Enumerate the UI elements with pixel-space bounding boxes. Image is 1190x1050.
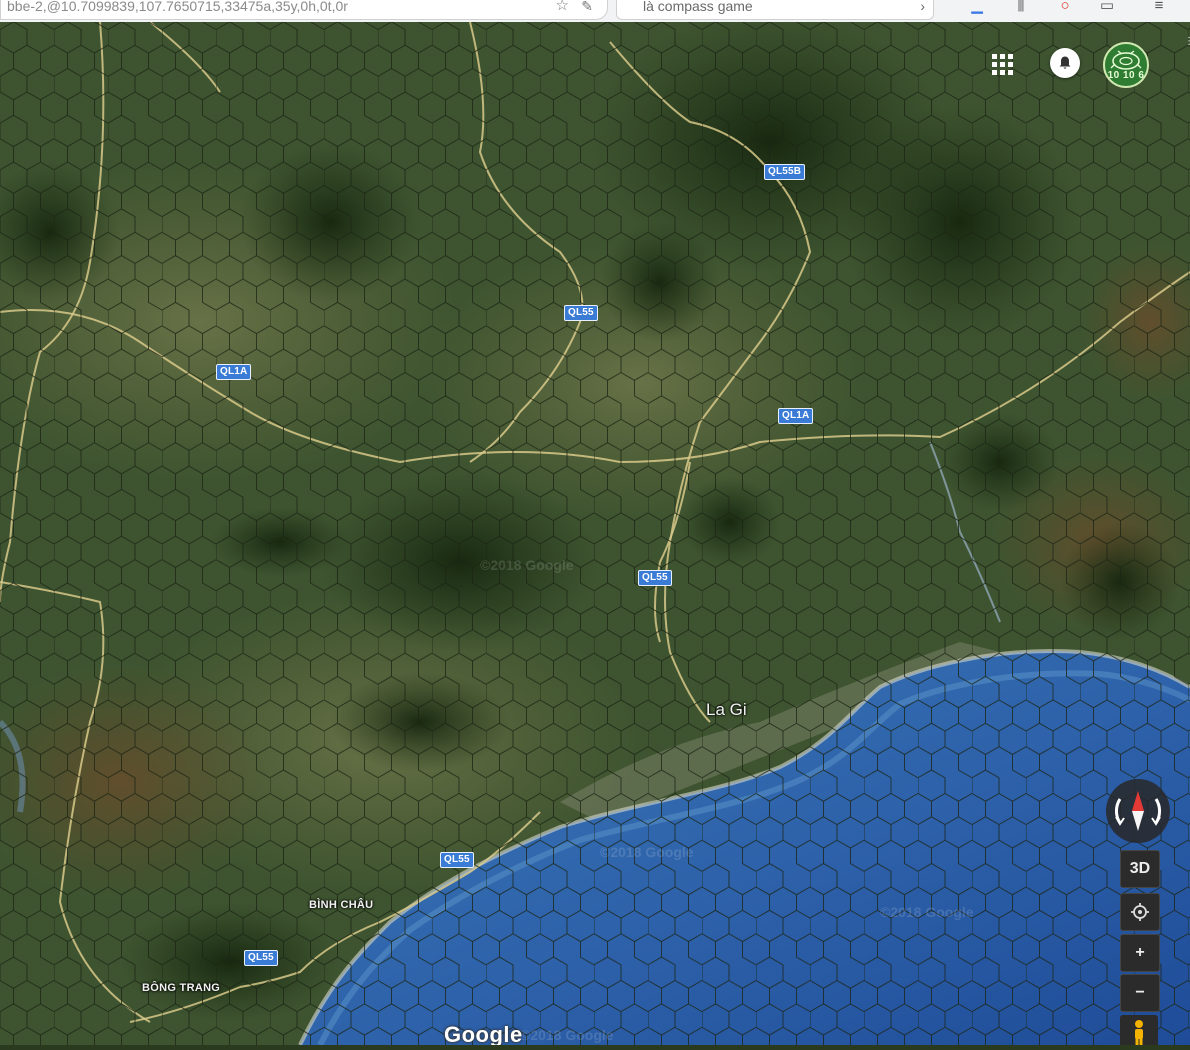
browser-toolbar: bbe-2,@10.7099839,107.7650715,33475a,35y… xyxy=(0,0,1190,23)
zoom-out-button[interactable]: − xyxy=(1120,974,1160,1012)
pegman-glyph xyxy=(1135,1020,1143,1045)
extension-icon[interactable]: ✎ xyxy=(581,0,593,17)
bell-icon[interactable] xyxy=(1050,48,1080,78)
search-go-icon[interactable]: › xyxy=(920,0,925,17)
road-badge-ql55: QL55 xyxy=(638,570,672,586)
avatar-label: 10 10 6 xyxy=(1107,70,1145,81)
bookmark-star-icon[interactable]: ☆ xyxy=(556,0,569,17)
place-label-binh-chau[interactable]: BÌNH CHÂU xyxy=(309,899,373,911)
search-bar[interactable]: là compass game › xyxy=(616,0,934,20)
opera-icon[interactable]: ○ xyxy=(1054,0,1076,18)
my-location-icon[interactable] xyxy=(1120,893,1160,931)
location-target-glyph xyxy=(1131,903,1149,921)
pegman-icon[interactable] xyxy=(1120,1015,1158,1045)
library-icon[interactable]: ⫼ xyxy=(1010,0,1032,18)
zoom-in-button[interactable]: + xyxy=(1120,934,1160,972)
road-badge-ql55b: QL55B xyxy=(764,164,806,180)
bell-glyph xyxy=(1059,56,1071,69)
menu-icon[interactable]: ≡ xyxy=(1148,0,1170,18)
satellite-map[interactable]: QL55B QL55 QL1A QL1A QL55 QL55 QL55 La G… xyxy=(0,22,1190,1045)
road-badge-ql55: QL55 xyxy=(244,950,278,966)
copyright-watermark: ©2018 Google xyxy=(480,557,574,573)
compass-glyph xyxy=(1115,791,1161,831)
search-text: là compass game xyxy=(643,0,753,14)
road-badge-ql55: QL55 xyxy=(564,305,598,321)
compass-icon[interactable] xyxy=(1106,779,1170,843)
place-label-bong-trang[interactable]: BÔNG TRANG xyxy=(142,982,220,994)
tilt-3d-button[interactable]: 3D xyxy=(1120,850,1160,888)
hex-grid-overlay xyxy=(0,22,1190,1045)
address-text: bbe-2,@10.7099839,107.7650715,33475a,35y… xyxy=(7,0,348,14)
user-avatar[interactable]: 10 10 6 xyxy=(1103,42,1149,88)
camera-icon[interactable]: ▭ xyxy=(1096,0,1118,18)
place-label-la-gi[interactable]: La Gi xyxy=(706,700,747,720)
copyright-watermark: ©2018 Google xyxy=(880,904,974,920)
copyright-watermark: ©2018 Google xyxy=(600,844,694,860)
address-bar[interactable]: bbe-2,@10.7099839,107.7650715,33475a,35y… xyxy=(0,0,608,20)
road-badge-ql55: QL55 xyxy=(440,852,474,868)
apps-grid-icon[interactable] xyxy=(990,50,1018,78)
road-badge-ql1a: QL1A xyxy=(216,364,252,380)
scroll-grip-icon[interactable]: ⋮ xyxy=(1184,36,1190,64)
download-icon[interactable]: ▁ xyxy=(966,0,988,18)
road-badge-ql1a: QL1A xyxy=(778,408,814,424)
map-canvas[interactable] xyxy=(0,22,1190,1045)
copyright-watermark: ©2018 Google xyxy=(520,1027,614,1043)
google-logo: Google xyxy=(444,1022,523,1045)
